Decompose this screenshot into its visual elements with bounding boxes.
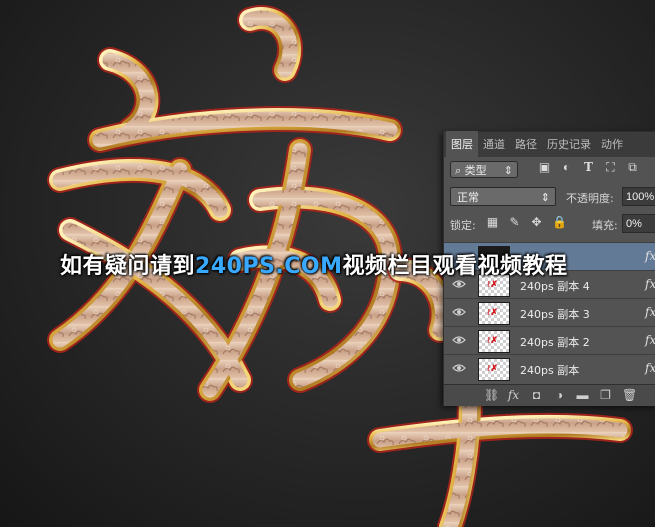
link-layers-icon[interactable]: ⛓ bbox=[484, 389, 499, 402]
eye-visibility-icon[interactable] bbox=[452, 278, 466, 290]
blend-mode-value: 正常 bbox=[457, 191, 479, 204]
layer-row[interactable]: ℓ✗ 240ps 副本 fx bbox=[444, 354, 655, 384]
adjustment-filter-icon[interactable]: ◐ bbox=[560, 161, 573, 174]
layers-panel-toolbar: ⛓ fx ◘ ◑ ▬ ❐ 🗑 bbox=[444, 384, 655, 406]
panel-tabs: 图层 通道 路径 历史记录 动作 bbox=[444, 131, 655, 157]
eye-visibility-icon[interactable] bbox=[452, 362, 466, 374]
calligraphy-character-left bbox=[47, 5, 403, 403]
tab-channels[interactable]: 通道 bbox=[478, 136, 510, 157]
opacity-input[interactable]: 100% bbox=[622, 187, 655, 206]
layer-row[interactable]: ℓ✗ 240ps 副本 3 fx bbox=[444, 298, 655, 326]
chevron-updown-icon: ⇕ bbox=[540, 191, 550, 204]
tab-actions[interactable]: 动作 bbox=[596, 136, 628, 157]
blend-row: 正常 ⇕ 不透明度: 100% bbox=[444, 184, 655, 210]
lock-transparency-icon[interactable]: ▦ bbox=[486, 216, 499, 229]
lock-all-icon[interactable]: 🔒 bbox=[552, 216, 567, 229]
watermark-text: 如有疑问请到240PS.COM视频栏目观看视频教程 bbox=[60, 248, 568, 279]
filter-row: ⌕ 类型 ⇕ ▣ ◐ T ⛶ ⧉ bbox=[444, 157, 655, 183]
blend-mode-select[interactable]: 正常 ⇕ bbox=[450, 187, 556, 206]
fill-label: 填充: bbox=[592, 219, 618, 232]
lock-row: 锁定: ▦ ✎ ✥ 🔒 填充: 0% bbox=[444, 212, 655, 236]
eye-visibility-icon[interactable] bbox=[452, 334, 466, 346]
smart-object-filter-icon[interactable]: ⧉ bbox=[626, 161, 639, 174]
tab-paths[interactable]: 路径 bbox=[510, 136, 542, 157]
tab-layers[interactable]: 图层 bbox=[446, 131, 478, 157]
opacity-label: 不透明度: bbox=[566, 192, 614, 205]
layer-name: 240ps 副本 4 bbox=[520, 280, 590, 293]
layer-thumbnail: ℓ✗ bbox=[478, 330, 510, 353]
add-layer-style-icon[interactable]: fx bbox=[507, 389, 520, 402]
type-filter-icon[interactable]: T bbox=[582, 161, 595, 174]
search-icon: ⌕ bbox=[455, 164, 465, 177]
layer-name: 240ps 副本 2 bbox=[520, 336, 590, 349]
new-layer-icon[interactable]: ❐ bbox=[599, 389, 612, 402]
watermark-prefix: 如有疑问请到 bbox=[60, 254, 196, 279]
new-adjustment-layer-icon[interactable]: ◑ bbox=[553, 389, 566, 402]
watermark-suffix: 视频栏目观看视频教程 bbox=[342, 254, 568, 279]
layer-name: 240ps 副本 bbox=[520, 364, 580, 377]
fx-icon[interactable]: fx bbox=[645, 333, 655, 347]
fx-icon[interactable]: fx bbox=[645, 361, 655, 375]
fx-icon[interactable]: fx bbox=[645, 277, 655, 291]
lock-icons: ▦ ✎ ✥ 🔒 bbox=[486, 216, 567, 229]
fill-input[interactable]: 0% bbox=[622, 214, 655, 233]
fx-icon[interactable]: fx bbox=[645, 249, 655, 263]
image-filter-icon[interactable]: ▣ bbox=[538, 161, 551, 174]
eye-visibility-icon[interactable] bbox=[452, 306, 466, 318]
new-group-folder-icon[interactable]: ▬ bbox=[576, 389, 589, 402]
filter-icons: ▣ ◐ T ⛶ ⧉ bbox=[538, 161, 639, 174]
add-mask-icon[interactable]: ◘ bbox=[530, 389, 543, 402]
chevron-updown-icon: ⇕ bbox=[503, 164, 513, 177]
layer-thumbnail: ℓ✗ bbox=[478, 358, 510, 381]
delete-layer-trash-icon[interactable]: 🗑 bbox=[622, 389, 637, 402]
fx-icon[interactable]: fx bbox=[645, 305, 655, 319]
lock-label: 锁定: bbox=[450, 219, 476, 232]
lock-position-move-icon[interactable]: ✥ bbox=[530, 216, 543, 229]
tab-history[interactable]: 历史记录 bbox=[542, 136, 596, 157]
layer-name: 240ps 副本 3 bbox=[520, 308, 590, 321]
filter-select-label: 类型 bbox=[464, 164, 487, 177]
layer-row[interactable]: ℓ✗ 240ps 副本 2 fx bbox=[444, 326, 655, 354]
watermark-site: 240PS.COM bbox=[195, 254, 343, 279]
shape-filter-icon[interactable]: ⛶ bbox=[604, 161, 617, 174]
layer-thumbnail: ℓ✗ bbox=[478, 302, 510, 325]
layer-filter-select[interactable]: ⌕ 类型 ⇕ bbox=[450, 161, 518, 178]
lock-paint-brush-icon[interactable]: ✎ bbox=[508, 216, 521, 229]
